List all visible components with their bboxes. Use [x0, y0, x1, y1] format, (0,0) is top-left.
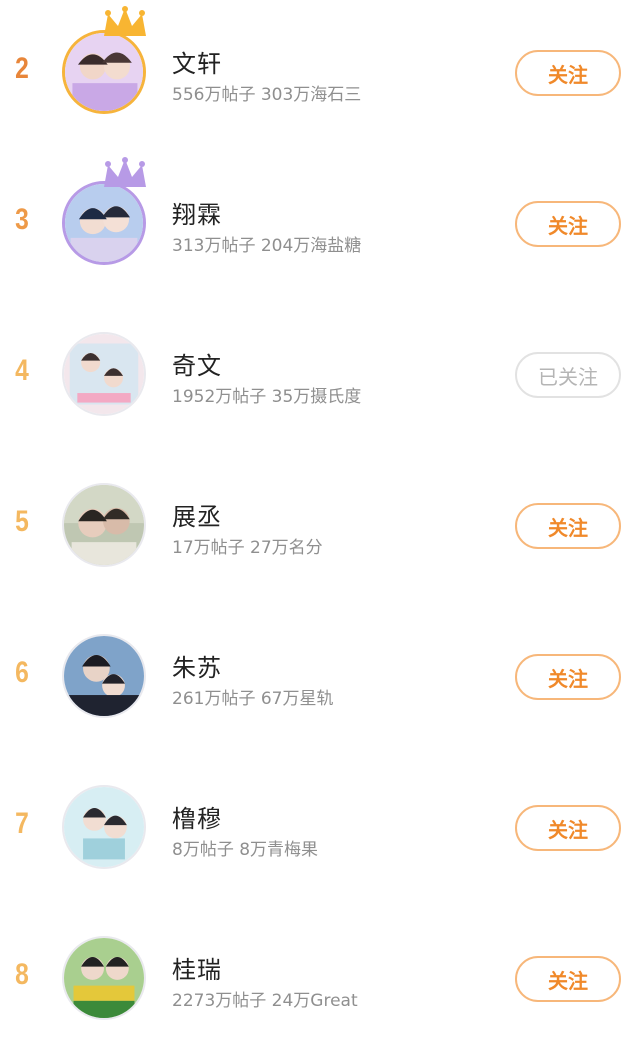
rank-number: 4 — [15, 354, 29, 387]
list-item[interactable]: 3 翔霖 313万帖子 204万海盐糖 关注 — [0, 151, 640, 302]
follow-button[interactable]: 关注 — [515, 654, 621, 700]
avatar[interactable] — [62, 785, 146, 869]
user-stats: 556万帖子 303万海石三 — [172, 85, 362, 105]
follow-button[interactable]: 关注 — [515, 50, 621, 96]
followed-button[interactable]: 已关注 — [515, 352, 621, 398]
list-item[interactable]: 5 展丞 17万帖子 27万名分 关注 — [0, 453, 640, 604]
purple-crown-icon — [100, 157, 150, 191]
user-stats: 1952万帖子 35万摄氏度 — [172, 387, 362, 407]
rank-number: 2 — [15, 52, 29, 85]
rank-number: 5 — [15, 505, 29, 538]
user-stats: 17万帖子 27万名分 — [172, 538, 323, 558]
follow-button[interactable]: 关注 — [515, 805, 621, 851]
user-stats: 2273万帖子 24万Great — [172, 991, 358, 1011]
rank-number: 3 — [15, 203, 29, 236]
follow-button[interactable]: 关注 — [515, 503, 621, 549]
rank-number: 8 — [15, 958, 29, 991]
avatar[interactable] — [62, 181, 146, 265]
avatar[interactable] — [62, 634, 146, 718]
user-name: 桂瑞 — [172, 956, 222, 984]
rank-number: 6 — [15, 656, 29, 689]
user-name: 橹穆 — [172, 805, 222, 833]
ranking-list: 2 文轩 556万帖子 303万海石三 关注 3 翔霖 313万帖子 204万海… — [0, 0, 640, 1032]
follow-button[interactable]: 关注 — [515, 201, 621, 247]
avatar[interactable] — [62, 483, 146, 567]
avatar[interactable] — [62, 936, 146, 1020]
user-name: 文轩 — [172, 50, 222, 78]
gold-crown-icon — [100, 6, 150, 40]
user-stats: 8万帖子 8万青梅果 — [172, 840, 319, 860]
list-item[interactable]: 4 奇文 1952万帖子 35万摄氏度 已关注 — [0, 302, 640, 453]
user-stats: 313万帖子 204万海盐糖 — [172, 236, 362, 256]
user-name: 翔霖 — [172, 201, 222, 229]
user-name: 朱苏 — [172, 654, 222, 682]
user-name: 展丞 — [172, 503, 222, 531]
list-item[interactable]: 6 朱苏 261万帖子 67万星轨 关注 — [0, 604, 640, 755]
rank-number: 7 — [15, 807, 29, 840]
user-name: 奇文 — [172, 352, 222, 380]
avatar[interactable] — [62, 332, 146, 416]
avatar[interactable] — [62, 30, 146, 114]
list-item[interactable]: 8 桂瑞 2273万帖子 24万Great 关注 — [0, 906, 640, 1057]
user-stats: 261万帖子 67万星轨 — [172, 689, 334, 709]
list-item[interactable]: 7 橹穆 8万帖子 8万青梅果 关注 — [0, 755, 640, 906]
follow-button[interactable]: 关注 — [515, 956, 621, 1002]
list-item[interactable]: 2 文轩 556万帖子 303万海石三 关注 — [0, 0, 640, 151]
